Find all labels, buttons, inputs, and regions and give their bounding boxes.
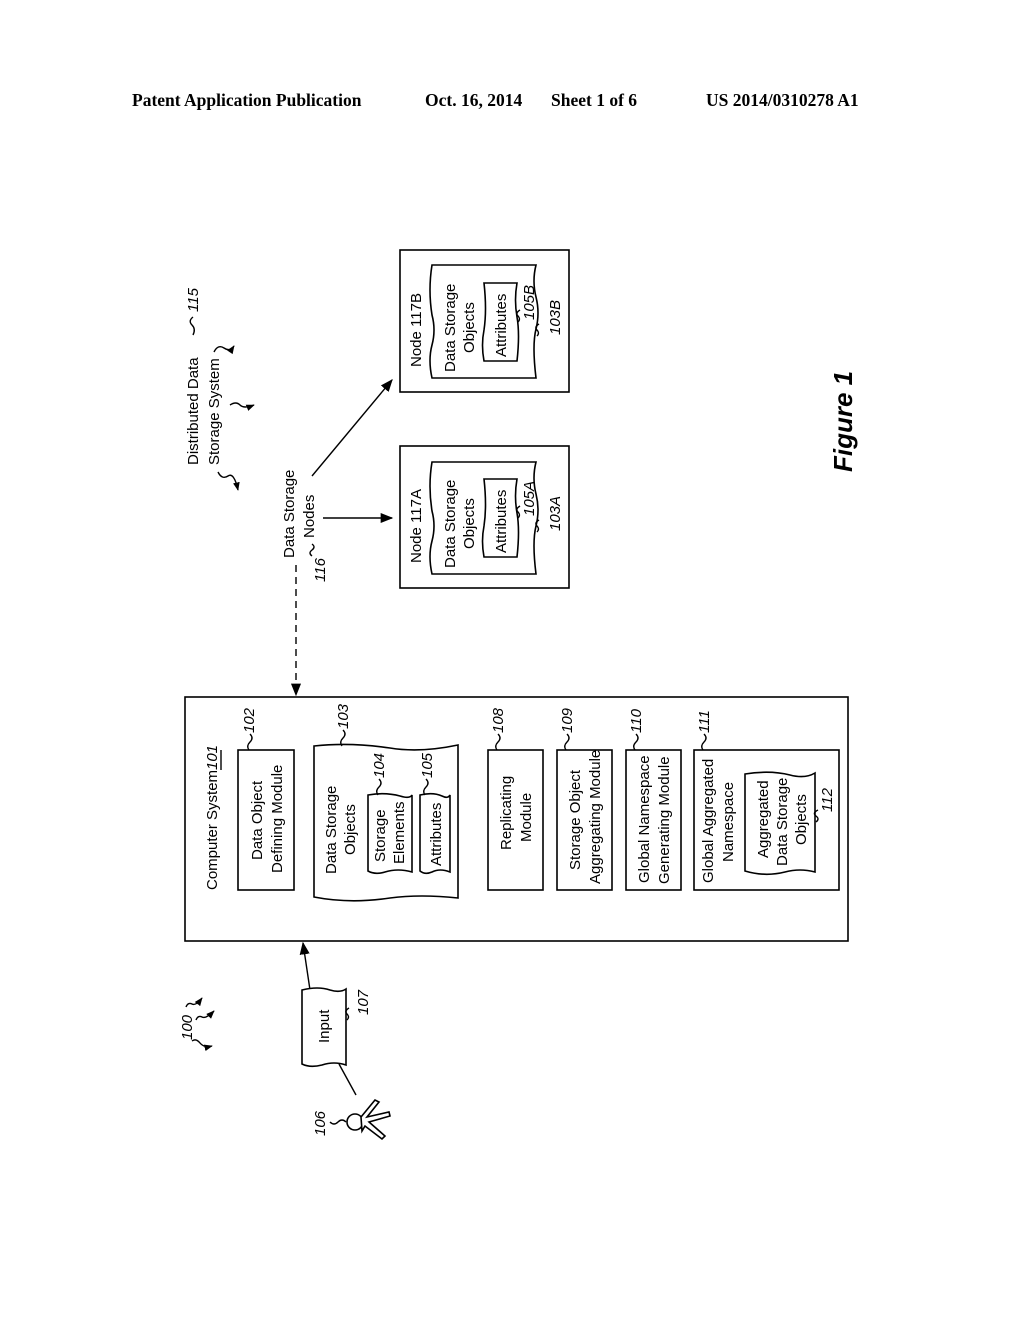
ref-111: 111 bbox=[696, 710, 713, 733]
ref-101: 101 bbox=[204, 745, 221, 770]
squiggle-arrow-icon bbox=[213, 345, 235, 355]
attributes-label: Attributes bbox=[428, 803, 445, 866]
ref-leader-106 bbox=[329, 1119, 347, 1125]
ref-103b: 103B bbox=[547, 300, 564, 335]
squiggle-arrow-icon bbox=[217, 471, 240, 491]
ref-105a: 105A bbox=[521, 481, 538, 516]
node-117b-objects-line2: Objects bbox=[461, 302, 478, 353]
distributed-system-label-line1: Distributed Data bbox=[185, 357, 202, 465]
ref-100: 100 bbox=[179, 1014, 196, 1040]
aggregated-objects-line1: Aggregated bbox=[755, 780, 772, 858]
data-storage-nodes-line2: Nodes bbox=[301, 495, 318, 538]
ref-116: 116 bbox=[312, 557, 329, 582]
computer-system-label: Computer System bbox=[204, 770, 221, 890]
user-to-input-line bbox=[338, 1063, 357, 1096]
ref-110: 110 bbox=[628, 708, 645, 733]
storage-elements-line2: Elements bbox=[391, 801, 408, 864]
data-storage-nodes-label: Data Storage Nodes 116 bbox=[281, 470, 329, 582]
storage-elements-line1: Storage bbox=[372, 809, 389, 862]
node-117b: Node 117B Data Storage Objects Attribute… bbox=[399, 249, 570, 393]
ref-108: 108 bbox=[490, 707, 507, 733]
data-storage-objects-line2: Objects bbox=[342, 804, 359, 855]
distributed-system-label-line2: Storage System bbox=[206, 358, 223, 465]
ref-112: 112 bbox=[819, 787, 836, 812]
computer-system: Computer System 101 Data Object Defining… bbox=[184, 696, 849, 942]
data-storage-nodes-line1: Data Storage bbox=[281, 470, 298, 558]
ref-109: 109 bbox=[559, 707, 576, 733]
ref-leader-116 bbox=[309, 543, 315, 557]
node-117b-objects-line1: Data Storage bbox=[442, 284, 459, 372]
node-117a-title: Node 117A bbox=[408, 489, 425, 563]
ref-106: 106 bbox=[312, 1110, 329, 1136]
global-namespace-generating-line1: Global Namespace bbox=[636, 755, 653, 883]
node-117b-title: Node 117B bbox=[408, 293, 425, 367]
squiggle-arrow-icon bbox=[195, 1010, 215, 1021]
arrow-to-node-117b bbox=[311, 379, 393, 477]
replicating-line2: Module bbox=[518, 793, 535, 842]
node-117a-attributes-label: Attributes bbox=[493, 490, 510, 553]
node-117a: Node 117A Data Storage Objects Attribute… bbox=[399, 445, 570, 589]
ref-102: 102 bbox=[241, 707, 258, 733]
node-117a-objects-line1: Data Storage bbox=[442, 480, 459, 568]
data-object-defining-line1: Data Object bbox=[249, 780, 266, 860]
input: Input 107 bbox=[301, 987, 372, 1068]
aggregated-objects-line3: Objects bbox=[793, 794, 810, 845]
node-117a-objects-line2: Objects bbox=[461, 498, 478, 549]
ref-105: 105 bbox=[419, 752, 436, 778]
ref-103: 103 bbox=[335, 703, 352, 729]
user-body bbox=[360, 1098, 391, 1141]
ref-leader-115 bbox=[189, 316, 195, 336]
ref-115: 115 bbox=[185, 287, 202, 312]
replicating-line1: Replicating bbox=[498, 776, 515, 850]
user-icon bbox=[346, 1098, 391, 1141]
distributed-system-label: Distributed Data Storage System 115 bbox=[185, 287, 255, 491]
squiggle-arrow-icon bbox=[229, 402, 255, 411]
storage-object-aggregating-line2: Aggregating Module bbox=[587, 750, 604, 884]
global-namespace-generating-line2: Generating Module bbox=[656, 756, 673, 884]
data-storage-objects-line1: Data Storage bbox=[323, 786, 340, 874]
input-label: Input bbox=[316, 1009, 333, 1043]
storage-object-aggregating-line1: Storage Object bbox=[567, 769, 584, 870]
arrow-input-to-computer-system bbox=[299, 941, 311, 991]
node-117b-attributes-label: Attributes bbox=[493, 294, 510, 357]
system-ref-100: 100 bbox=[179, 997, 215, 1052]
ref-105b: 105B bbox=[521, 285, 538, 320]
figure-title: Figure 1 bbox=[828, 371, 858, 472]
data-object-defining-line2: Defining Module bbox=[269, 765, 286, 873]
figure-1-diagram: Distributed Data Storage System 115 Data… bbox=[179, 249, 858, 1141]
aggregated-objects-line2: Data Storage bbox=[774, 778, 791, 866]
global-aggregated-namespace-line2: Namespace bbox=[720, 782, 737, 862]
ref-107: 107 bbox=[355, 989, 372, 1015]
ref-104: 104 bbox=[371, 753, 388, 778]
ref-103a: 103A bbox=[547, 496, 564, 531]
global-aggregated-namespace-line1: Global Aggregated bbox=[700, 759, 717, 883]
squiggle-arrow-icon bbox=[185, 997, 203, 1008]
